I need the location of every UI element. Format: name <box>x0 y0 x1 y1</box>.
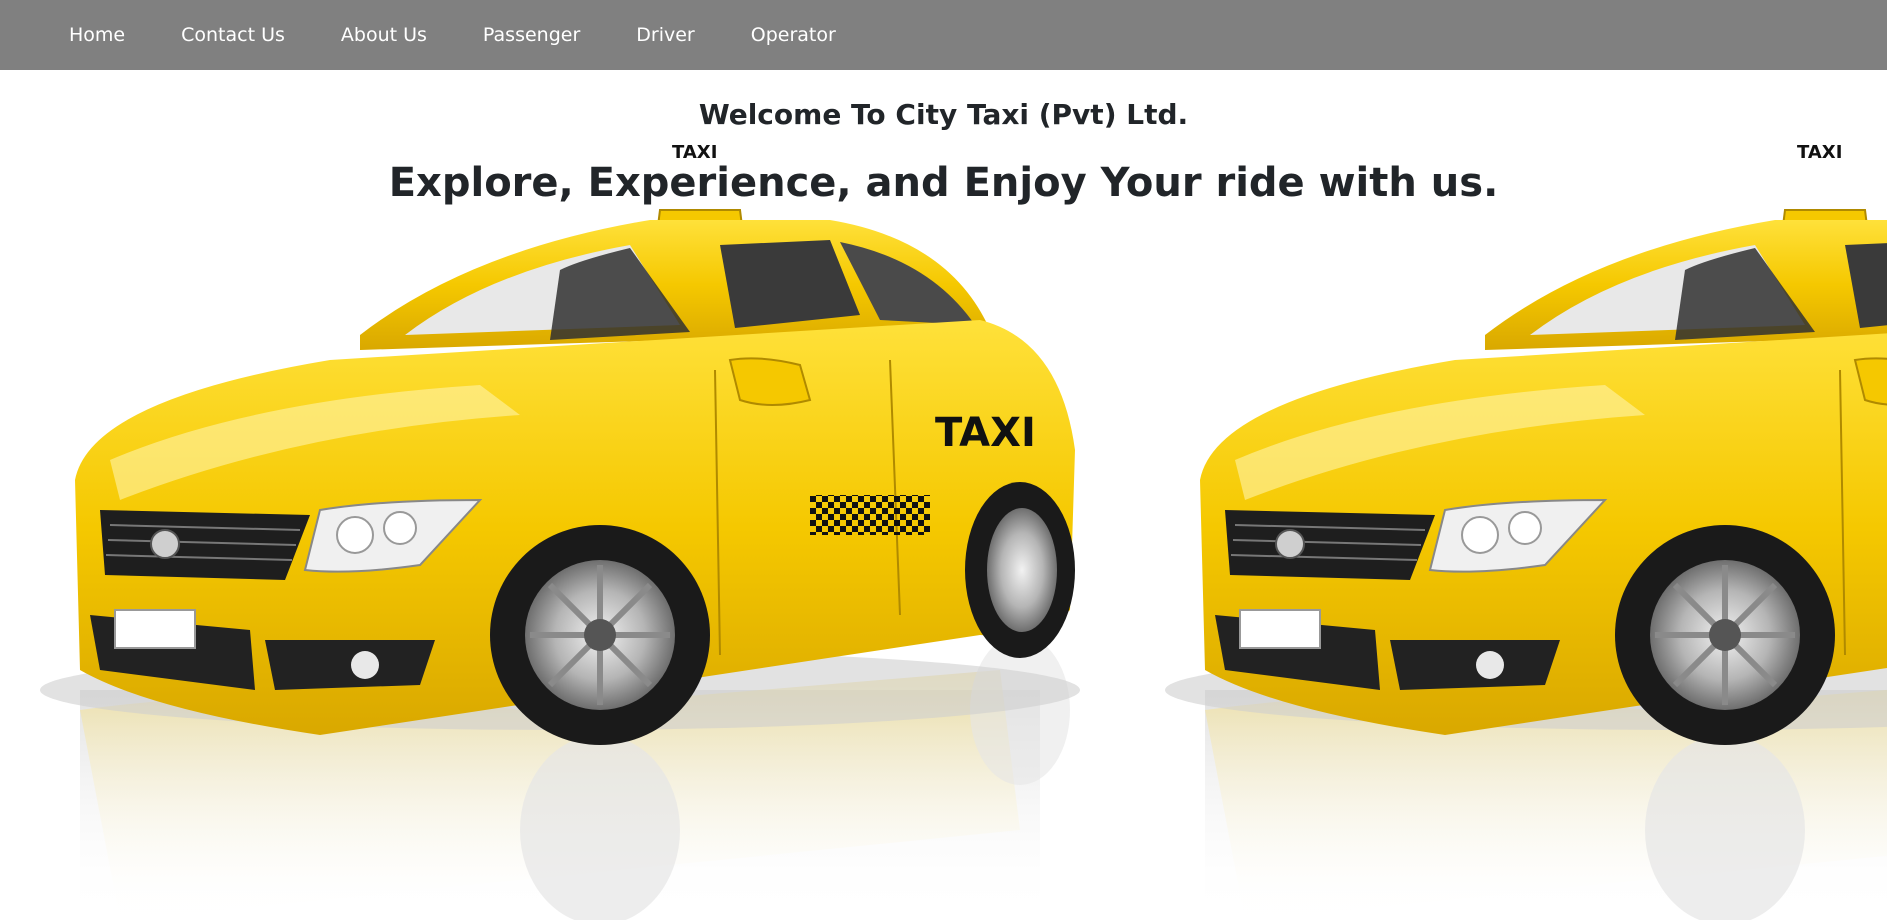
nav-link-home[interactable]: Home <box>41 0 153 70</box>
nav-link-about-us[interactable]: About Us <box>313 0 455 70</box>
nav-link-operator[interactable]: Operator <box>723 0 864 70</box>
top-navbar: Home Contact Us About Us Passenger Drive… <box>0 0 1887 70</box>
car-badge-left: TAXI <box>935 410 1036 456</box>
welcome-heading: Welcome To City Taxi (Pvt) Ltd. <box>698 98 1189 131</box>
nav-link-passenger[interactable]: Passenger <box>455 0 608 70</box>
taxi-car-left <box>40 210 1080 920</box>
taxi-car-right <box>1165 210 1887 920</box>
tagline-heading: Explore, Experience, and Enjoy Your ride… <box>388 160 1499 206</box>
nav-link-contact-us[interactable]: Contact Us <box>153 0 313 70</box>
nav-link-driver[interactable]: Driver <box>608 0 722 70</box>
